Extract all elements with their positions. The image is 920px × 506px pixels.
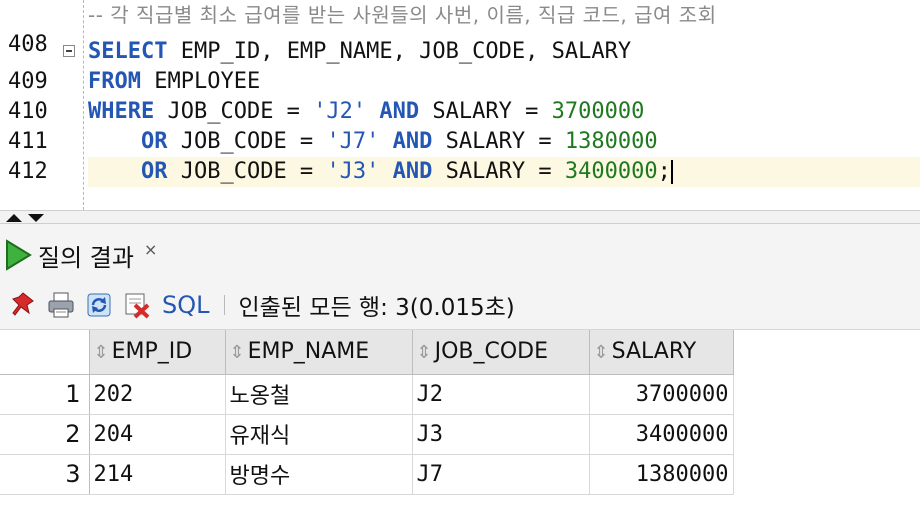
column-header-label: SALARY: [611, 339, 697, 365]
condition-text: SALARY =: [419, 99, 552, 124]
cell-emp-id[interactable]: 202: [89, 374, 226, 415]
text-caret: [670, 160, 673, 184]
table-row[interactable]: 3 214 방명수 J7 1380000: [0, 454, 734, 495]
cell-salary[interactable]: 3400000: [589, 414, 734, 455]
table-row[interactable]: 1 202 노옹철 J2 3700000: [0, 374, 734, 415]
keyword-select: SELECT: [88, 39, 168, 64]
result-grid[interactable]: ⇕ EMP_ID ⇕ EMP_NAME ⇕ JOB_CODE ⇕ SALARY 1 20…: [0, 330, 920, 506]
tab-query-result[interactable]: 질의 결과 ×: [0, 230, 171, 280]
string-literal: 'J3': [326, 159, 380, 184]
table-name: EMPLOYEE: [140, 69, 261, 94]
cell-salary[interactable]: 1380000: [589, 454, 734, 495]
cell-job-code[interactable]: J3: [412, 414, 590, 455]
clear-results-icon[interactable]: [122, 290, 152, 320]
cell-emp-name[interactable]: 방명수: [225, 454, 413, 495]
select-columns: EMP_ID, EMP_NAME, JOB_CODE, SALARY: [167, 39, 632, 64]
sort-icon[interactable]: ⇕: [94, 342, 109, 363]
keyword-and: AND: [379, 159, 433, 184]
split-arrows-icon[interactable]: [4, 211, 52, 225]
string-literal: 'J7': [326, 129, 380, 154]
keyword-or: OR: [140, 159, 168, 184]
fetch-status: 인출된 모든 행: 3(0.015초): [238, 294, 515, 321]
fold-collapse-icon[interactable]: [63, 45, 75, 57]
pin-icon[interactable]: [8, 290, 38, 320]
table-row[interactable]: 2 204 유재식 J3 3400000: [0, 414, 734, 455]
sql-editor[interactable]: 408 -- 각 직급별 최소 급여를 받는 사원들의 사번, 이름, 직급 코…: [0, 0, 920, 210]
code-text: OR JOB_CODE = 'J7' AND SALARY = 1380000: [88, 127, 658, 157]
cell-job-code[interactable]: J2: [412, 374, 590, 415]
condition-text: JOB_CODE =: [167, 129, 327, 154]
tab-label: 질의 결과: [38, 243, 134, 272]
condition-text: SALARY =: [432, 159, 565, 184]
print-icon[interactable]: [46, 290, 76, 320]
sql-comment: -- 각 직급별 최소 급여를 받는 사원들의 사번, 이름, 직급 코드, 급…: [88, 3, 717, 27]
keyword-and: AND: [379, 129, 433, 154]
code-text: WHERE JOB_CODE = 'J2' AND SALARY = 37000…: [88, 97, 644, 127]
code-text: SELECT EMP_ID, EMP_NAME, JOB_CODE, SALAR…: [88, 37, 631, 67]
code-line-412[interactable]: 412 OR JOB_CODE = 'J7' AND SALARY = 1380…: [0, 127, 920, 184]
cell-emp-name[interactable]: 유재식: [225, 414, 413, 455]
cell-emp-id[interactable]: 204: [89, 414, 226, 455]
code-text: OR JOB_CODE = 'J3' AND SALARY = 3400000;: [88, 157, 673, 187]
column-header-emp-name[interactable]: ⇕ EMP_NAME: [225, 330, 413, 375]
code-line-409[interactable]: 409 SELECT EMP_ID, EMP_NAME, JOB_CODE, S…: [0, 37, 920, 94]
keyword-from: FROM: [88, 69, 141, 94]
code-line-414[interactable]: 414: [0, 187, 920, 210]
column-header-job-code[interactable]: ⇕ JOB_CODE: [412, 330, 590, 375]
header-row: ⇕ EMP_ID ⇕ EMP_NAME ⇕ JOB_CODE ⇕ SALARY: [0, 330, 734, 375]
cell-salary[interactable]: 3700000: [589, 374, 734, 415]
split-pane-divider[interactable]: [0, 210, 920, 224]
sql-button[interactable]: SQL: [162, 291, 210, 319]
code-text: FROM EMPLOYEE: [88, 67, 260, 97]
column-header-salary[interactable]: ⇕ SALARY: [589, 330, 734, 375]
sort-icon[interactable]: ⇕: [230, 342, 245, 363]
number-literal: 3700000: [551, 99, 645, 124]
code-line-413-current[interactable]: 413 OR JOB_CODE = 'J3' AND SALARY = 3400…: [0, 157, 920, 187]
code-line-410[interactable]: 410 FROM EMPLOYEE: [0, 67, 920, 124]
condition-text: JOB_CODE =: [167, 159, 327, 184]
condition-text: SALARY =: [432, 129, 565, 154]
semicolon: ;: [657, 159, 671, 184]
sort-icon[interactable]: ⇕: [594, 342, 609, 363]
code-line-411[interactable]: 411 WHERE JOB_CODE = 'J2' AND SALARY = 3…: [0, 97, 920, 154]
column-header-emp-id[interactable]: ⇕ EMP_ID: [89, 330, 226, 375]
sort-icon[interactable]: ⇕: [417, 342, 432, 363]
tab-close-icon[interactable]: ×: [144, 240, 157, 259]
row-number-header: [0, 330, 90, 375]
run-query-result-icon: [6, 239, 32, 271]
column-header-label: JOB_CODE: [434, 339, 549, 365]
condition-text: JOB_CODE =: [154, 99, 314, 124]
refresh-icon[interactable]: [84, 290, 114, 320]
column-header-label: EMP_ID: [111, 339, 193, 365]
result-tab-bar: 질의 결과 ×: [0, 224, 920, 280]
number-literal: 1380000: [564, 129, 658, 154]
row-number[interactable]: 2: [0, 414, 90, 455]
cell-emp-id[interactable]: 214: [89, 454, 226, 495]
row-number[interactable]: 1: [0, 374, 90, 415]
toolbar-divider: [223, 294, 225, 315]
cell-emp-name[interactable]: 노옹철: [225, 374, 413, 415]
code-line-408[interactable]: 408 -- 각 직급별 최소 급여를 받는 사원들의 사번, 이름, 직급 코…: [0, 0, 920, 57]
column-header-label: EMP_NAME: [247, 339, 370, 365]
keyword-where: WHERE: [88, 99, 155, 124]
cell-job-code[interactable]: J7: [412, 454, 590, 495]
row-number[interactable]: 3: [0, 454, 90, 495]
result-toolbar: SQL 인출된 모든 행: 3(0.015초): [0, 280, 920, 330]
keyword-or: OR: [140, 129, 168, 154]
result-table: ⇕ EMP_ID ⇕ EMP_NAME ⇕ JOB_CODE ⇕ SALARY 1 20…: [0, 330, 734, 495]
number-literal: 3400000: [564, 159, 658, 184]
string-literal: 'J2': [313, 99, 367, 124]
keyword-and: AND: [366, 99, 420, 124]
